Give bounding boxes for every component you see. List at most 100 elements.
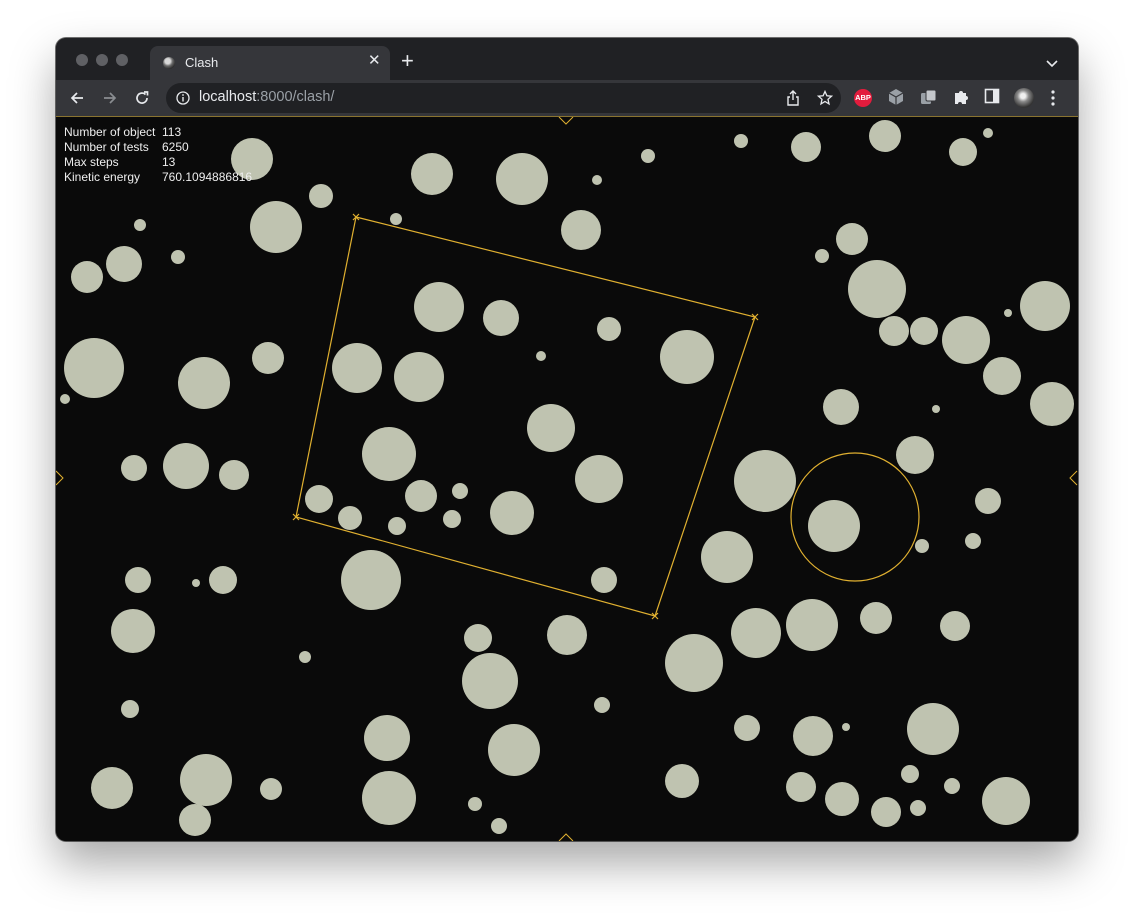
ball <box>547 615 587 655</box>
bookmark-star-icon[interactable] <box>816 89 834 111</box>
ball <box>665 764 699 798</box>
ball <box>163 443 209 489</box>
ball <box>483 300 519 336</box>
ball <box>60 394 70 404</box>
forward-arrow-icon[interactable] <box>102 90 118 111</box>
back-arrow-icon[interactable] <box>69 90 85 111</box>
favicon-icon <box>163 57 175 69</box>
close-window-button[interactable] <box>76 54 88 66</box>
adblock-extension-icon[interactable]: ABP <box>854 89 872 107</box>
ball <box>121 700 139 718</box>
maximize-window-button[interactable] <box>116 54 128 66</box>
ball <box>111 609 155 653</box>
tab-search-chevron-icon[interactable] <box>1046 55 1058 73</box>
ball <box>932 405 940 413</box>
ball <box>907 703 959 755</box>
ball <box>1020 281 1070 331</box>
minimize-window-button[interactable] <box>96 54 108 66</box>
ball <box>496 153 548 205</box>
url-text: localhost:8000/clash/ <box>199 89 335 105</box>
browser-window: Clash ✕ + localhost:8000/clash/ ABP Numb… <box>56 38 1078 841</box>
ball <box>252 342 284 374</box>
ball <box>836 223 868 255</box>
puzzle-icon[interactable] <box>952 88 970 111</box>
simulation-scene <box>56 117 1078 841</box>
ball <box>332 343 382 393</box>
clash-canvas[interactable]: Number of object 113 Number of tests 6250 … <box>56 116 1078 841</box>
ball <box>575 455 623 503</box>
ball <box>940 611 970 641</box>
stat-row: Kinetic energy 760.1094886816 <box>64 170 253 184</box>
info-icon[interactable] <box>176 91 190 110</box>
ball <box>1004 309 1012 317</box>
new-tab-button[interactable]: + <box>401 50 414 72</box>
ball <box>731 608 781 658</box>
cube-extension-icon[interactable] <box>888 88 904 111</box>
ball <box>842 723 850 731</box>
ball <box>860 602 892 634</box>
ball <box>390 213 402 225</box>
ball <box>91 767 133 809</box>
reload-icon[interactable] <box>134 90 150 111</box>
tab-title: Clash <box>185 55 219 70</box>
stat-row: Max steps 13 <box>64 155 176 169</box>
ball <box>594 697 610 713</box>
address-bar[interactable]: localhost:8000/clash/ <box>166 83 841 113</box>
tab-clash[interactable]: Clash ✕ <box>150 46 390 80</box>
ball <box>597 317 621 341</box>
ball <box>464 624 492 652</box>
ball <box>896 436 934 474</box>
ball <box>452 483 468 499</box>
ball <box>394 352 444 402</box>
ball <box>64 338 124 398</box>
kebab-menu-icon[interactable] <box>1050 89 1056 112</box>
ball <box>121 455 147 481</box>
profile-avatar[interactable] <box>1014 88 1034 108</box>
ball <box>491 818 507 834</box>
ball <box>527 404 575 452</box>
ball <box>965 533 981 549</box>
ball <box>488 724 540 776</box>
ball <box>848 260 906 318</box>
sidebar-icon[interactable] <box>984 88 1000 109</box>
ball <box>462 653 518 709</box>
ball <box>949 138 977 166</box>
ball <box>338 506 362 530</box>
stats-panel: Number of object 113 Number of tests 6250 … <box>64 125 252 185</box>
ball <box>171 250 185 264</box>
ball <box>879 316 909 346</box>
ball <box>411 153 453 195</box>
ball <box>592 175 602 185</box>
toolbar: localhost:8000/clash/ ABP <box>56 80 1078 116</box>
ball <box>364 715 410 761</box>
ball <box>910 800 926 816</box>
ball <box>180 754 232 806</box>
ball <box>825 782 859 816</box>
ball <box>536 351 546 361</box>
ball <box>823 389 859 425</box>
ball <box>299 651 311 663</box>
ball <box>561 210 601 250</box>
ball <box>362 427 416 481</box>
ball <box>983 128 993 138</box>
ball <box>309 184 333 208</box>
ball <box>944 778 960 794</box>
ball <box>362 771 416 825</box>
ball <box>305 485 333 513</box>
ball <box>815 249 829 263</box>
ball <box>734 450 796 512</box>
ball <box>443 510 461 528</box>
share-icon[interactable] <box>786 90 800 111</box>
ball <box>1030 382 1074 426</box>
stat-row: Number of tests 6250 <box>64 140 189 154</box>
ball <box>791 132 821 162</box>
ball <box>414 282 464 332</box>
ball <box>341 550 401 610</box>
tab-close-icon[interactable]: ✕ <box>368 53 381 69</box>
ball <box>665 634 723 692</box>
copy-extension-icon[interactable] <box>920 88 938 111</box>
ball <box>910 317 938 345</box>
ball <box>982 777 1030 825</box>
ball <box>591 567 617 593</box>
ball <box>660 330 714 384</box>
